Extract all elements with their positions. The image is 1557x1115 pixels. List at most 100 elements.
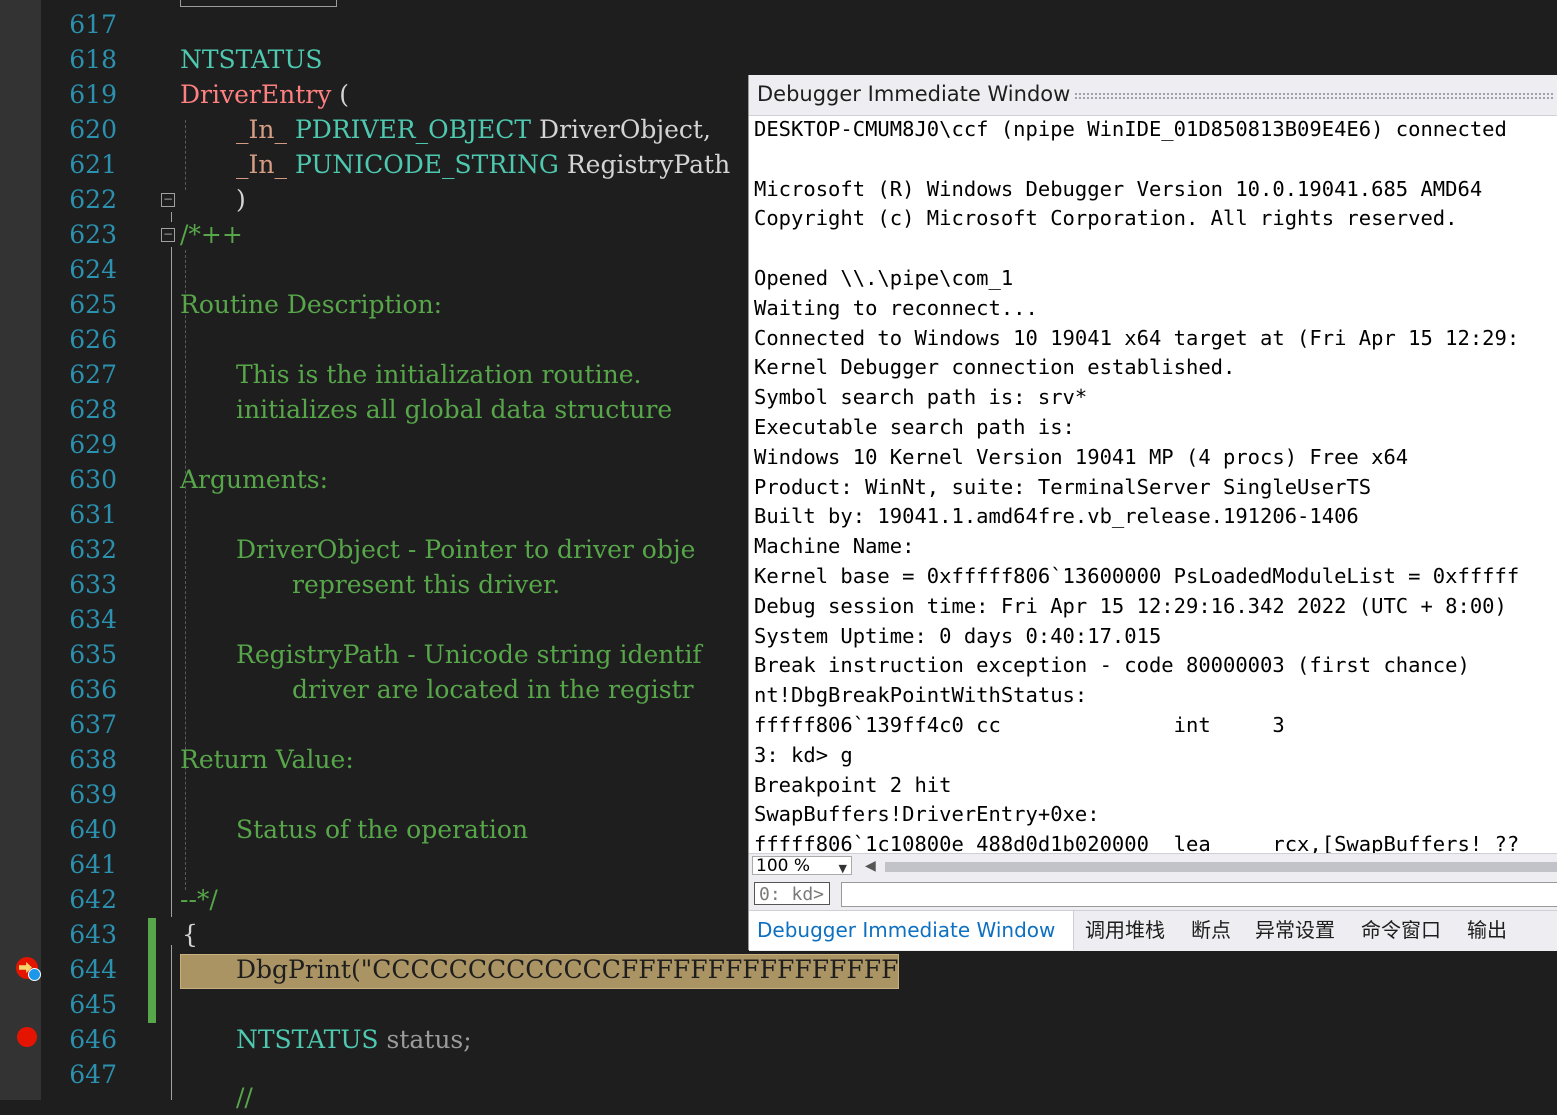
line-number: 646 xyxy=(69,1025,117,1054)
code-line-643[interactable]: { xyxy=(182,917,198,952)
code-line-627[interactable]: This is the initialization routine. xyxy=(236,357,641,392)
code-line-625[interactable]: Routine Description: xyxy=(180,287,442,322)
parameter-name: DriverObject, xyxy=(531,115,711,144)
code-line-620[interactable]: _In_ PDRIVER_OBJECT DriverObject, xyxy=(236,112,711,147)
command-input[interactable] xyxy=(841,882,1557,907)
output-line: fffff806`139ff4c0 cc int 3 xyxy=(754,712,1285,737)
line-number: 626 xyxy=(69,325,117,354)
line-number: 645 xyxy=(69,990,117,1019)
zoom-select[interactable]: 100 % ▼ xyxy=(752,856,852,876)
output-line: Machine Name: xyxy=(754,534,915,559)
line-number: 635 xyxy=(69,640,117,669)
code-line-640[interactable]: Status of the operation xyxy=(236,812,528,847)
scroll-thumb[interactable] xyxy=(885,862,1557,872)
line-number: 631 xyxy=(69,500,117,529)
tab-output[interactable]: 输出 xyxy=(1459,911,1515,950)
code-line-636[interactable]: driver are located in the registr xyxy=(292,672,694,707)
line-number: 629 xyxy=(69,430,117,459)
line-number: 627 xyxy=(69,360,117,389)
output-line: fffff806`1c10800e 488d0d1b020000 lea rcx… xyxy=(754,832,1520,853)
kd-prompt: 0: kd> xyxy=(754,882,830,905)
current-breakpoint-icon[interactable] xyxy=(16,957,41,981)
drag-grip[interactable] xyxy=(1074,92,1554,99)
line-number: 639 xyxy=(69,780,117,809)
code-line-622[interactable]: ) xyxy=(236,182,246,217)
code-line-623[interactable]: /*++ xyxy=(180,217,243,252)
code-line-628[interactable]: initializes all global data structure xyxy=(236,392,672,427)
horizontal-scrollbar[interactable]: 100 % ▼ ◀ xyxy=(749,853,1557,879)
type-token: PDRIVER_OBJECT xyxy=(294,115,532,144)
fold-line xyxy=(171,247,172,917)
output-line: SwapBuffers!DriverEntry+0xe: xyxy=(754,802,1100,827)
output-line: Opened \\.\pipe\com_1 xyxy=(754,265,1014,290)
debugger-output[interactable]: DESKTOP-CMUM8J0\ccf (npipe WinIDE_01D850… xyxy=(754,115,1557,853)
tab-call-stack[interactable]: 调用堆栈 xyxy=(1077,911,1173,950)
line-number: 644 xyxy=(69,955,117,984)
line-number: 638 xyxy=(69,745,117,774)
breakpoint-icon[interactable] xyxy=(17,1027,37,1047)
parameter-name: RegistryPath xyxy=(558,150,731,179)
output-line: Debug session time: Fri Apr 15 12:29:16.… xyxy=(754,593,1507,618)
line-number: 618 xyxy=(69,45,117,74)
tab-exception-settings[interactable]: 异常设置 xyxy=(1247,911,1343,950)
code-line-632[interactable]: DriverObject - Pointer to driver obje xyxy=(236,532,695,567)
line-number: 634 xyxy=(69,605,117,634)
sal-annotation: _In_ xyxy=(236,150,287,179)
tab-breakpoints[interactable]: 断点 xyxy=(1183,911,1239,950)
line-number: 620 xyxy=(69,115,117,144)
code-line-633[interactable]: represent this driver. xyxy=(292,567,560,602)
command-row: 0: kd> xyxy=(749,878,1557,910)
line-number: 623 xyxy=(69,220,117,249)
output-line: DESKTOP-CMUM8J0\ccf (npipe WinIDE_01D850… xyxy=(754,117,1507,141)
code-line-619[interactable]: DriverEntry ( xyxy=(180,77,349,112)
line-number: 621 xyxy=(69,150,117,179)
line-number: 624 xyxy=(69,255,117,284)
line-number: 630 xyxy=(69,465,117,494)
window-title-bar[interactable]: Debugger Immediate Window xyxy=(749,75,1557,116)
line-number: 641 xyxy=(69,850,117,879)
indent-guide xyxy=(185,250,186,890)
line-number: 628 xyxy=(69,395,117,424)
code-line-644[interactable]: DbgPrint("CCCCCCCCCCCCCFFFFFFFFFFFFFFFFF… xyxy=(236,952,970,987)
output-line: nt!DbgBreakPointWithStatus: xyxy=(754,683,1088,708)
glyph-margin[interactable] xyxy=(0,0,41,1100)
output-line: Windows 10 Kernel Version 19041 MP (4 pr… xyxy=(754,444,1409,469)
line-number: 647 xyxy=(69,1060,117,1089)
line-number: 640 xyxy=(69,815,117,844)
line-number: 637 xyxy=(69,710,117,739)
scroll-left-icon[interactable]: ◀ xyxy=(865,858,876,874)
change-indicator xyxy=(148,918,156,1023)
line-number: 642 xyxy=(69,885,117,914)
type-token: NTSTATUS xyxy=(180,45,323,74)
code-line-618[interactable]: NTSTATUS xyxy=(180,42,323,77)
output-line: Microsoft (R) Windows Debugger Version 1… xyxy=(754,176,1483,201)
code-line-635[interactable]: RegistryPath - Unicode string identif xyxy=(236,637,702,672)
punctuation: ) xyxy=(236,185,246,214)
output-line: Break instruction exception - code 80000… xyxy=(754,653,1470,678)
fold-line xyxy=(171,945,172,1100)
tab-debugger-immediate-window[interactable]: Debugger Immediate Window xyxy=(749,911,1074,950)
output-line: Breakpoint 2 hit xyxy=(754,772,952,797)
code-line-621[interactable]: _In_ PUNICODE_STRING RegistryPath xyxy=(236,147,730,182)
collapse-toggle-icon[interactable]: − xyxy=(161,193,175,207)
output-line: 3: kd> g xyxy=(754,742,853,767)
code-line-642[interactable]: --*/ xyxy=(180,882,218,917)
code-line-646[interactable]: NTSTATUS status; xyxy=(236,1022,472,1057)
output-line: Connected to Windows 10 19041 x64 target… xyxy=(754,325,1520,350)
line-number: 633 xyxy=(69,570,117,599)
debugger-immediate-window: Debugger Immediate Window DESKTOP-CMUM8J… xyxy=(748,75,1557,951)
fold-line xyxy=(171,212,172,222)
type-token: NTSTATUS xyxy=(236,1025,379,1054)
code-line-647[interactable]: // xyxy=(236,1080,253,1115)
indent-guide xyxy=(185,120,186,190)
window-title: Debugger Immediate Window xyxy=(757,82,1071,106)
collapse-toggle-icon[interactable]: − xyxy=(161,228,175,242)
output-line: Kernel Debugger connection established. xyxy=(754,355,1236,380)
output-line: Copyright (c) Microsoft Corporation. All… xyxy=(754,206,1458,231)
sal-annotation: _In_ xyxy=(236,115,287,144)
code-line-630[interactable]: Arguments: xyxy=(180,462,328,497)
tab-command-window[interactable]: 命令窗口 xyxy=(1353,911,1449,950)
code-line-638[interactable]: Return Value: xyxy=(180,742,354,777)
